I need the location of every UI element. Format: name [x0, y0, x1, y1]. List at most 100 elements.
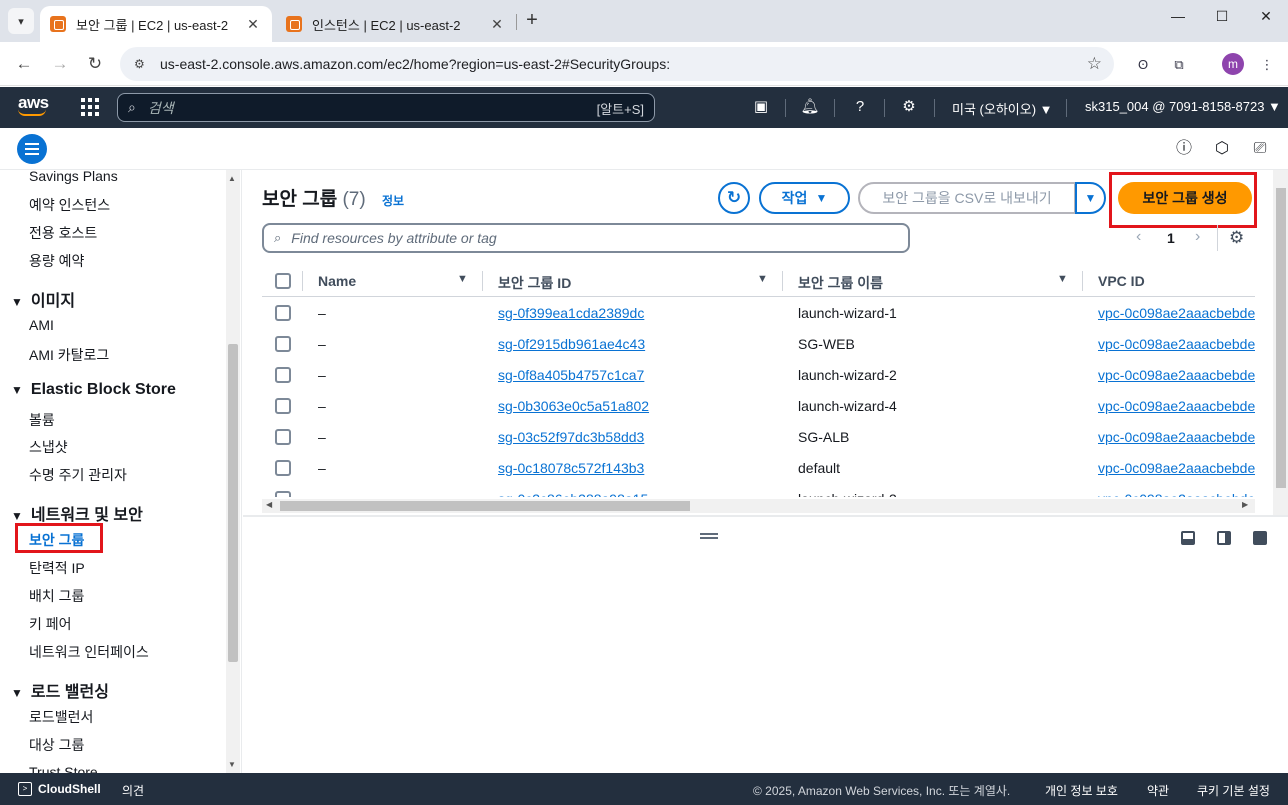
cell-group-id-link[interactable]: sg-03c52f97dc3b58dd3	[498, 429, 644, 445]
export-dropdown-button[interactable]: ▼	[1075, 182, 1106, 214]
sort-icon[interactable]: ▼	[757, 273, 768, 285]
current-page-number[interactable]: 1	[1167, 230, 1175, 246]
profile-avatar[interactable]: m	[1222, 53, 1244, 75]
notifications-bell-icon[interactable]: 🔔︎	[799, 96, 821, 118]
nav-item-savings-plans[interactable]: Savings Plans	[29, 170, 118, 184]
column-header-vpc-id[interactable]: VPC ID	[1098, 273, 1145, 289]
side-nav-toggle-button[interactable]	[17, 134, 47, 164]
region-selector[interactable]: 미국 (오하이오) ▼	[952, 99, 1053, 118]
table-row[interactable]: – sg-0c3c86eb388a98a15 launch-wizard-3 v…	[262, 483, 1255, 497]
sort-icon[interactable]: ▼	[457, 273, 468, 285]
cell-vpc-id-link[interactable]: vpc-0c098ae2aaacbebde	[1098, 305, 1255, 321]
address-bar[interactable]: ⚙ us-east-2.console.aws.amazon.com/ec2/h…	[120, 47, 1114, 81]
browser-tab-security-groups[interactable]: 보안 그룹 | EC2 | us-east-2 ✕	[40, 6, 272, 42]
cell-group-id-link[interactable]: sg-0b3063e0c5a51a802	[498, 398, 649, 414]
sidebar-scrollbar-thumb[interactable]	[228, 344, 238, 662]
nav-item-ami-catalog[interactable]: AMI 카탈로그	[29, 345, 109, 365]
table-preferences-gear-icon[interactable]: ⚙	[1229, 228, 1244, 248]
nav-item-capacity-reservations[interactable]: 용량 예약	[29, 251, 84, 271]
settings-gear-icon[interactable]: ⚙	[898, 96, 920, 118]
minimize-window-button[interactable]: —	[1164, 8, 1192, 32]
tab-search-button[interactable]: ▾	[8, 8, 34, 34]
nav-item-network-interfaces[interactable]: 네트워크 인터페이스	[29, 642, 149, 662]
help-icon[interactable]: ?	[849, 96, 871, 118]
nav-item-dedicated-hosts[interactable]: 전용 호스트	[29, 223, 97, 243]
close-tab-icon[interactable]: ✕	[244, 16, 262, 33]
filter-input[interactable]	[291, 230, 882, 246]
split-panel-bottom-icon[interactable]	[1181, 531, 1195, 545]
forward-arrow-icon[interactable]: →	[48, 52, 72, 76]
table-horizontal-scrollbar[interactable]: ◀ ▶	[262, 499, 1255, 513]
table-row[interactable]: – sg-0c18078c572f143b3 default vpc-0c098…	[262, 452, 1255, 483]
table-row[interactable]: – sg-0f8a405b4757c1ca7 launch-wizard-2 v…	[262, 359, 1255, 390]
previous-page-icon[interactable]: ‹	[1136, 228, 1141, 246]
browser-menu-icon[interactable]: ⋮	[1256, 54, 1278, 76]
nav-item-load-balancers[interactable]: 로드밸런서	[29, 707, 93, 727]
sort-icon[interactable]: ▼	[1057, 273, 1068, 285]
row-checkbox[interactable]	[275, 429, 291, 445]
row-checkbox[interactable]	[275, 367, 291, 383]
cloudshell-link[interactable]: CloudShell	[38, 782, 101, 796]
nav-item-lifecycle-manager[interactable]: 수명 주기 관리자	[29, 465, 127, 485]
cell-group-id-link[interactable]: sg-0f399ea1cda2389dc	[498, 305, 644, 321]
nav-section-load-balancing[interactable]: ▼ 로드 밸런싱	[11, 678, 109, 702]
export-csv-button[interactable]: 보안 그룹을 CSV로 내보내기	[858, 182, 1076, 214]
aws-logo[interactable]: aws	[18, 93, 50, 121]
back-arrow-icon[interactable]: ←	[12, 52, 36, 76]
reload-icon[interactable]: ↻	[83, 52, 107, 76]
account-menu[interactable]: sk315_004 @ 7091-8158-8723 ▼	[1085, 99, 1281, 114]
site-info-icon[interactable]: ⚙	[134, 57, 150, 71]
next-page-icon[interactable]: ›	[1195, 228, 1200, 246]
horizontal-scrollbar-thumb[interactable]	[280, 501, 690, 511]
actions-button[interactable]: 작업 ▼	[759, 182, 850, 214]
split-panel-side-icon[interactable]	[1217, 531, 1231, 545]
filter-bar[interactable]: ⌕	[262, 223, 910, 253]
nav-item-security-groups[interactable]: 보안 그룹	[29, 530, 84, 550]
scroll-right-arrow-icon[interactable]: ▶	[1242, 500, 1248, 509]
row-checkbox[interactable]	[275, 491, 291, 497]
cell-vpc-id-link[interactable]: vpc-0c098ae2aaacbebde	[1098, 491, 1255, 497]
table-row[interactable]: – sg-0f2915db961ae4c43 SG-WEB vpc-0c098a…	[262, 328, 1255, 359]
nav-item-trust-store[interactable]: Trust Store	[29, 764, 98, 773]
nav-section-network-security[interactable]: ▼ 네트워크 및 보안	[11, 501, 143, 525]
maximize-window-button[interactable]: ☐	[1208, 8, 1236, 32]
bookmark-star-icon[interactable]: ☆	[1087, 54, 1102, 74]
table-row[interactable]: – sg-0b3063e0c5a51a802 launch-wizard-4 v…	[262, 390, 1255, 421]
nav-section-ebs[interactable]: ▼ Elastic Block Store	[11, 381, 176, 399]
extensions-puzzle-icon[interactable]: ⧉	[1168, 54, 1190, 76]
row-checkbox[interactable]	[275, 460, 291, 476]
cloudshell-icon[interactable]: ▣	[750, 96, 772, 118]
cell-vpc-id-link[interactable]: vpc-0c098ae2aaacbebde	[1098, 336, 1255, 352]
nav-item-key-pairs[interactable]: 키 페어	[29, 614, 72, 634]
cell-vpc-id-link[interactable]: vpc-0c098ae2aaacbebde	[1098, 429, 1255, 445]
nav-item-target-groups[interactable]: 대상 그룹	[29, 735, 84, 755]
column-header-group-id[interactable]: 보안 그룹 ID	[498, 273, 571, 293]
scroll-down-arrow-icon[interactable]: ▼	[228, 760, 236, 769]
cell-group-id-link[interactable]: sg-0c18078c572f143b3	[498, 460, 644, 476]
services-grid-icon[interactable]	[81, 98, 99, 116]
row-checkbox[interactable]	[275, 336, 291, 352]
refresh-button[interactable]: ↻	[718, 182, 750, 214]
search-input[interactable]	[147, 99, 568, 116]
nav-item-elastic-ips[interactable]: 탄력적 IP	[29, 558, 85, 578]
table-row[interactable]: – sg-03c52f97dc3b58dd3 SG-ALB vpc-0c098a…	[262, 421, 1255, 452]
aws-search-bar[interactable]: ⌕ [알트+S]	[117, 93, 655, 122]
browser-tab-instances[interactable]: 인스턴스 | EC2 | us-east-2 ✕	[276, 6, 516, 42]
resize-handle-icon[interactable]	[700, 533, 718, 539]
security-hexagon-icon[interactable]: ⬡	[1211, 138, 1233, 160]
row-checkbox[interactable]	[275, 305, 291, 321]
nav-section-images[interactable]: ▼ 이미지	[11, 287, 75, 311]
row-checkbox[interactable]	[275, 398, 291, 414]
nav-item-placement-groups[interactable]: 배치 그룹	[29, 586, 84, 606]
scroll-left-arrow-icon[interactable]: ◀	[266, 500, 272, 509]
cell-vpc-id-link[interactable]: vpc-0c098ae2aaacbebde	[1098, 460, 1255, 476]
feedback-screen-icon[interactable]: ⎚	[1249, 138, 1271, 160]
cell-vpc-id-link[interactable]: vpc-0c098ae2aaacbebde	[1098, 398, 1255, 414]
nav-item-snapshots[interactable]: 스냅샷	[29, 437, 68, 457]
column-header-name[interactable]: Name	[318, 273, 356, 289]
feedback-link[interactable]: 의견	[122, 782, 144, 799]
table-row[interactable]: – sg-0f399ea1cda2389dc launch-wizard-1 v…	[262, 297, 1255, 328]
terms-link[interactable]: 약관	[1147, 782, 1169, 799]
cell-group-id-link[interactable]: sg-0c3c86eb388a98a15	[498, 491, 648, 497]
new-tab-button[interactable]: +	[520, 9, 544, 33]
